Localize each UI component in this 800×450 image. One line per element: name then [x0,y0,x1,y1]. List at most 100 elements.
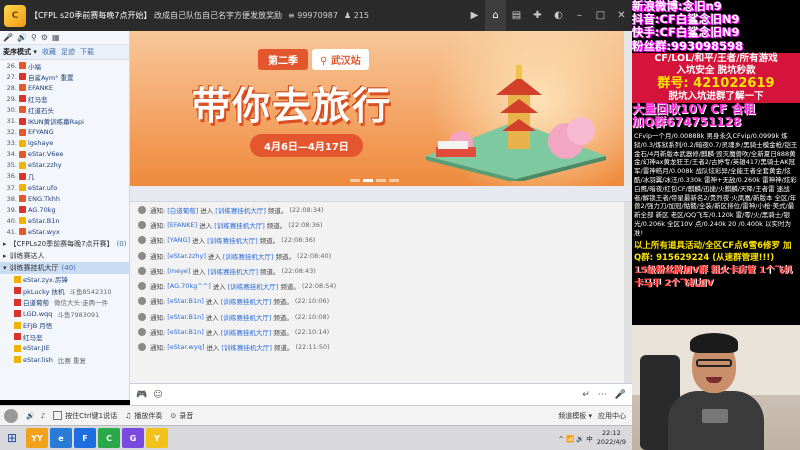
app-center-button[interactable]: 应用中心 [598,411,626,421]
queue-item[interactable]: 38. ENG.Tkhh [3,193,129,204]
channel-user[interactable]: eStar.JIE [0,343,129,355]
tray-icons[interactable]: ^ 📶 🔊 中 [558,433,592,443]
taskbar-app[interactable]: C [98,428,120,448]
promo-banner[interactable]: 第二季 ⚲ 武汉站 带你去旅行 4月6日—4月17日 [130,31,632,186]
queue-user: eStar.B1n [28,216,60,225]
list-icon[interactable]: ▤ [506,0,527,31]
taskbar-app[interactable]: F [74,428,96,448]
channel-user[interactable]: LGD.wqq 斗鱼7983091 [0,308,129,320]
queue-num: 37. [6,183,17,192]
queue-item[interactable]: 30. 红道石头 [3,104,129,115]
queue-num: 29. [6,94,17,103]
queue-item[interactable]: 34. eStar.V6ee [3,149,129,160]
notice-user: [eStar.zzhy] [167,251,206,260]
taskbar-app[interactable]: Y [146,428,168,448]
tab-channel[interactable]: 收藏 [42,47,56,57]
avatar[interactable] [4,408,18,423]
channel-user-sign: 斗鱼8542310 [69,287,112,296]
pager-dot[interactable] [376,179,386,182]
channel-user[interactable]: eStar.zyx.厉锋 [0,274,129,286]
music-icon[interactable]: ♪ [41,412,45,420]
push-to-talk-toggle[interactable]: 按住Ctrl键1说话 [53,411,117,421]
banner-dates: 4月6日—4月17日 [250,134,363,157]
channel-user[interactable]: 红马悲 [0,331,129,343]
channel-user[interactable]: eStar.lish 比赛 重复 [0,354,129,366]
pager-dot[interactable] [350,179,360,182]
queue-item[interactable]: 40. eStar.B1n [3,215,129,226]
taskbar-app[interactable]: YY [26,428,48,448]
speaker-icon[interactable]: 🔊 [17,33,27,42]
channel-row-active[interactable]: ▾ 训练赛挂机大厅 (40) [0,261,129,274]
max-icon[interactable]: □ [590,0,611,31]
user-role-icon [19,195,26,203]
yellow-crane-tower-illustration [426,65,606,181]
clock[interactable]: 22:12 2022/4/9 [597,429,626,447]
more-icon[interactable]: ⋯ [598,390,607,400]
channel-template-select[interactable]: 频道模板 ▾ [558,411,592,421]
taskbar-app[interactable]: G [122,428,144,448]
record-icon[interactable]: ▶ [464,0,485,31]
queue-item[interactable]: 35. eStar.zzhy [3,160,129,171]
queue-item[interactable]: 41. eStar.wyx [3,226,129,237]
queue-item[interactable]: 28. EFANKE [3,82,129,93]
folder-open-icon: ▾ [3,263,7,272]
skin-icon[interactable]: ◐ [548,0,569,31]
queue-user: 红马悲 [28,95,48,104]
location-icon[interactable]: ⚲ [31,33,37,42]
send-icon[interactable]: ↵ [582,390,590,400]
queue-num: 33. [6,139,17,148]
min-icon[interactable]: – [569,0,590,31]
chat-scrollbar[interactable] [624,202,632,383]
chat-log: 通知: [白道葡萄] 进入 [训练赛挂机大厅] 频道。 (22:08:34) 通知: [EF… [130,186,632,383]
user-role-icon [19,228,26,236]
queue-item[interactable]: 37. eStar.ufo [3,182,129,193]
chat-input[interactable] [168,390,469,399]
channel-logo[interactable]: C [4,4,26,27]
settings-icon[interactable]: ⚙ [41,33,48,42]
mic-icon[interactable]: 🎤 [615,390,626,400]
tab-download[interactable]: 下载 [80,47,94,57]
pager-dot-active[interactable] [363,179,373,182]
home-icon[interactable]: ⌂ [485,0,506,31]
notice-action: 进入 [205,298,219,307]
channel-user-name: eStar.JIE [23,344,50,353]
grid-icon[interactable]: ▦ [52,33,60,42]
notice-suffix: 频道。 [273,313,293,322]
emoji-icon[interactable]: ☺ [153,390,162,400]
play-accompaniment-button[interactable]: ♫ 播放伴奏 [125,411,162,421]
mic-icon[interactable]: 🎤 [3,33,13,42]
queue-item[interactable]: 27. 自鲨Aym° 重置 [3,71,129,82]
channel-row[interactable]: ▸ 训练赛达人 [0,250,129,262]
tab-footprint[interactable]: 足迹 [61,47,75,57]
checkbox [53,411,63,420]
channel-user[interactable]: pkLucky 扶机 斗鱼8542310 [0,285,129,297]
banner-scrollbar[interactable] [624,31,632,186]
gamepad-icon[interactable]: ✚ [527,0,548,31]
channel-user[interactable]: 白道葡萄 微信大头·走两一件 [0,297,129,309]
notice-action: 进入 [199,221,213,230]
queue-item[interactable]: 36. 几 [3,171,129,182]
pager-dot[interactable] [389,179,399,182]
notice-bell-icon [138,205,146,214]
queue-item[interactable]: 26. 小福 [3,60,129,71]
user-role-icon [14,287,21,295]
queue-num: 30. [6,105,17,114]
gamepad-icon[interactable]: 🎮 [136,390,147,400]
queue-item[interactable]: 31. IKUN黄训练幕Rapi [3,115,129,126]
speaker-icon[interactable]: 🔊 [26,412,35,420]
record-button[interactable]: ⊙ 录音 [170,411,193,421]
queue-item[interactable]: 29. 红马悲 [3,93,129,104]
windows-start-icon[interactable]: ⊞ [0,426,24,450]
queue-item[interactable]: 39. AG.70kg [3,204,129,215]
queue-num: 27. [6,72,17,81]
channel-row[interactable]: ▸ 【CFPLs20季前赛每晚7点开赛】 (0) [0,238,129,250]
channel-user[interactable]: EFJB 月悟 [0,320,129,332]
taskbar-app[interactable]: e [50,428,72,448]
user-role-icon [19,95,26,103]
overlay-yellow-notice: 以上所有道具活动/全区CF点6雪6修罗 加Q群: 915629224 (从速群管… [634,241,792,264]
mode-select[interactable]: 麦序模式 ▾ [3,47,37,57]
notice-room: [训练赛挂机大厅] [214,221,265,230]
queue-item[interactable]: 33. lgshaye [3,138,129,149]
close-icon[interactable]: ✕ [611,0,632,31]
queue-item[interactable]: 32. EFYANG [3,127,129,138]
